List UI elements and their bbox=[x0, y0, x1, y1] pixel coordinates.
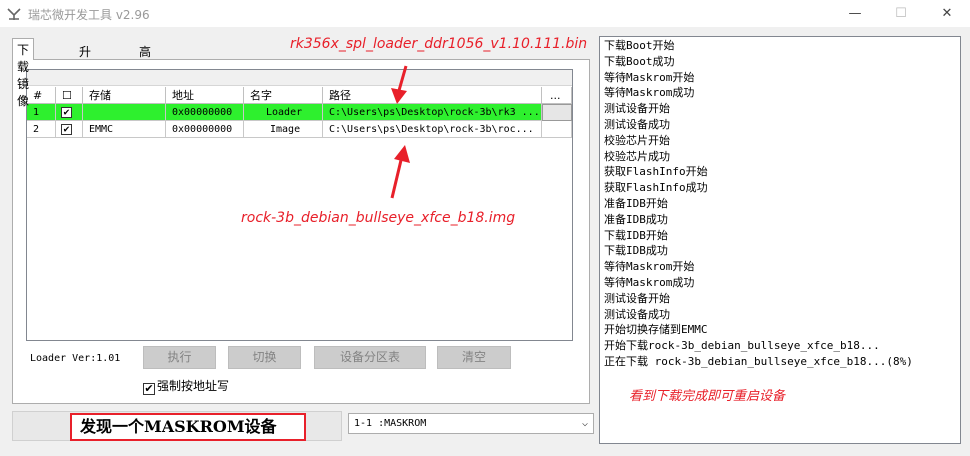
browse-button[interactable] bbox=[542, 104, 572, 121]
tab-upgrade-firmware[interactable]: 升级固件 bbox=[74, 40, 96, 110]
col-header-name: 名字 bbox=[244, 87, 323, 104]
clear-button[interactable]: 清空 bbox=[437, 346, 511, 369]
log-line: 等待Maskrom开始 bbox=[604, 260, 695, 274]
log-line: 准备IDB开始 bbox=[604, 197, 668, 210]
log-line: 准备IDB成功 bbox=[604, 212, 668, 226]
partition-table-button[interactable]: 设备分区表 bbox=[314, 346, 426, 369]
arrow-up-icon bbox=[390, 145, 410, 199]
app-logo-icon bbox=[7, 8, 21, 20]
log-line: 校验芯片开始 bbox=[604, 133, 670, 147]
switch-button[interactable]: 切换 bbox=[228, 346, 301, 369]
col-header-check[interactable]: ☐ bbox=[56, 87, 83, 104]
row-index: 1 bbox=[27, 104, 56, 121]
minimize-button[interactable]: — bbox=[832, 0, 878, 28]
row-path[interactable]: C:\Users\ps\Desktop\rock-3b\rk3 ... bbox=[323, 104, 542, 121]
row-path[interactable]: C:\Users\ps\Desktop\rock-3b\roc... bbox=[323, 121, 542, 138]
tab-advanced[interactable]: 高级功能 bbox=[134, 40, 156, 110]
log-line: 正在下载 rock-3b_debian_bullseye_xfce_b18...… bbox=[604, 355, 913, 368]
force-address-label: 强制按地址写 bbox=[157, 379, 230, 393]
log-line: 测试设备成功 bbox=[604, 307, 670, 321]
col-header-path: 路径 bbox=[323, 87, 542, 104]
log-line: 开始切换存储到EMMC bbox=[604, 323, 708, 337]
row-index: 2 bbox=[27, 121, 56, 138]
force-address-checkbox[interactable]: ✔ 强制按地址写 bbox=[143, 377, 229, 395]
status-message: 发现一个MASKROM设备 bbox=[70, 413, 306, 441]
arrow-down-icon bbox=[391, 65, 408, 104]
log-line: 下载Boot开始 bbox=[604, 39, 675, 52]
close-button[interactable]: ✕ bbox=[924, 0, 970, 28]
row-checkbox[interactable]: ✔ bbox=[61, 107, 72, 118]
log-line: 开始下载rock-3b_debian_bullseye_xfce_b18... bbox=[604, 339, 880, 353]
col-header-storage: 存储 bbox=[83, 87, 166, 104]
col-header-index: # bbox=[27, 87, 56, 104]
force-address-check-mark[interactable]: ✔ bbox=[143, 383, 155, 395]
log-line: 等待Maskrom成功 bbox=[604, 86, 695, 100]
log-line: 获取FlashInfo开始 bbox=[604, 165, 708, 179]
log-line: 测试设备开始 bbox=[604, 291, 670, 305]
log-line: 测试设备成功 bbox=[604, 118, 670, 131]
row-address[interactable]: 0x00000000 bbox=[166, 121, 244, 138]
col-header-more: ... bbox=[542, 87, 572, 104]
row-storage: EMMC bbox=[83, 121, 166, 138]
device-select[interactable]: 1-1 :MASKROM ⌵ bbox=[348, 413, 594, 434]
log-line: 获取FlashInfo成功 bbox=[604, 181, 708, 195]
browse-cell[interactable] bbox=[542, 121, 572, 138]
row-name[interactable]: Image bbox=[244, 121, 323, 138]
log-line: 测试设备开始 bbox=[604, 102, 670, 116]
execute-button[interactable]: 执行 bbox=[143, 346, 216, 369]
log-line: 等待Maskrom开始 bbox=[604, 70, 695, 84]
annotation-restart-hint: 看到下载完成即可重启设备 bbox=[629, 389, 786, 404]
title-bar: 瑞芯微开发工具 v2.96 — ☐ ✕ bbox=[0, 0, 970, 28]
tab-download-image[interactable]: 下载镜像 bbox=[12, 38, 35, 108]
row-name[interactable]: Loader bbox=[244, 104, 323, 121]
table-toolbar bbox=[27, 70, 572, 86]
row-checkbox[interactable]: ✔ bbox=[61, 124, 72, 135]
row-storage bbox=[83, 104, 166, 121]
image-table: # ☐ 存储 地址 名字 路径 ... 1 ✔ 0x00000000 Loade… bbox=[26, 69, 573, 341]
log-line: 下载IDB开始 bbox=[604, 228, 668, 242]
maximize-button[interactable]: ☐ bbox=[878, 0, 924, 28]
device-select-value: 1-1 :MASKROM bbox=[354, 418, 427, 429]
log-line: 校验芯片成功 bbox=[604, 149, 670, 163]
row-address[interactable]: 0x00000000 bbox=[166, 104, 244, 121]
log-line: 下载Boot成功 bbox=[604, 54, 675, 68]
annotation-loader-file: rk356x_spl_loader_ddr1056_v1.10.111.bin bbox=[290, 36, 588, 52]
window-title: 瑞芯微开发工具 v2.96 bbox=[28, 8, 150, 22]
log-panel[interactable]: 下载Boot开始 下载Boot成功等待Maskrom开始 等待Maskrom成功 测试… bbox=[599, 36, 961, 444]
row-check-cell[interactable]: ✔ bbox=[56, 121, 83, 138]
col-header-address: 地址 bbox=[166, 87, 244, 104]
chevron-down-icon[interactable]: ⌵ bbox=[582, 414, 588, 433]
log-line: 等待Maskrom成功 bbox=[604, 276, 695, 289]
log-line: 下载IDB成功 bbox=[604, 244, 668, 258]
annotation-image-file: rock-3b_debian_bullseye_xfce_b18.img bbox=[241, 210, 516, 226]
loader-version: Loader Ver:1.01 bbox=[30, 353, 121, 364]
row-check-cell[interactable]: ✔ bbox=[56, 104, 83, 121]
